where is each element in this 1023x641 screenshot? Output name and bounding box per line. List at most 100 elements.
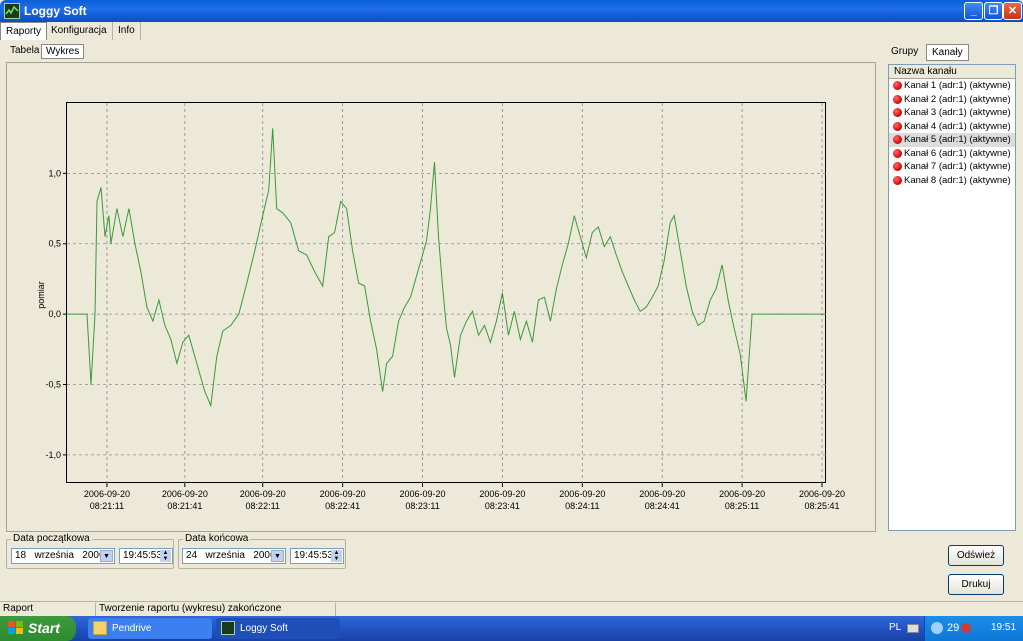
- status-left: Raport: [0, 603, 96, 616]
- y-tick-label: 0,0: [48, 309, 61, 319]
- x-tick-label-date: 2006-09-20: [162, 489, 208, 499]
- channel-label: Kanał 5 (adr:1) (aktywne): [904, 134, 1011, 145]
- status-dot-icon: [893, 135, 902, 144]
- y-tick-label: -1,0: [45, 450, 61, 460]
- shield-icon[interactable]: [961, 623, 971, 633]
- channel-item[interactable]: Kanał 3 (adr:1) (aktywne): [889, 106, 1015, 120]
- chevron-down-icon[interactable]: ▼: [271, 550, 284, 562]
- channel-label: Kanał 3 (adr:1) (aktywne): [904, 107, 1011, 118]
- end-time: 19:45:53: [294, 550, 333, 561]
- channel-item[interactable]: Kanał 6 (adr:1) (aktywne): [889, 147, 1015, 161]
- x-tick-label-time: 08:23:41: [485, 501, 520, 511]
- close-button[interactable]: ✕: [1003, 2, 1022, 20]
- folder-icon: [93, 621, 107, 635]
- start-date-label: Data początkowa: [11, 533, 92, 544]
- status-message: Tworzenie raportu (wykresu) zakończone: [96, 603, 336, 616]
- x-tick-label-time: 08:24:11: [565, 501, 599, 511]
- y-ticks: -1,0 -0,5 0,0 0,5 1,0: [45, 168, 67, 460]
- channel-label: Kanał 4 (adr:1) (aktywne): [904, 120, 1011, 132]
- channel-list: Nazwa kanału Kanał 1 (adr:1) (aktywne) K…: [888, 64, 1016, 531]
- x-tick-label-date: 2006-09-20: [719, 489, 765, 499]
- start-date-picker[interactable]: 18 września 2006 ▼: [11, 548, 115, 564]
- status-dot-icon: [893, 162, 902, 171]
- taskbar: Start Pendrive Loggy Soft PL 29 19:51: [0, 616, 1023, 641]
- minimize-button[interactable]: _: [964, 2, 983, 20]
- channel-label: Kanał 1 (adr:1) (aktywne): [904, 80, 1011, 91]
- x-tick-label-date: 2006-09-20: [639, 489, 685, 499]
- windows-logo-icon: [8, 621, 24, 635]
- status-dot-icon: [893, 175, 902, 185]
- channel-label: Kanał 7 (adr:1) (aktywne): [904, 161, 1011, 172]
- tab-grupy[interactable]: Grupy: [886, 44, 923, 61]
- start-label: Start: [28, 620, 60, 636]
- channel-item[interactable]: Kanał 8 (adr:1) (aktywne): [889, 174, 1015, 188]
- chart-grid: [67, 103, 826, 483]
- spinner-icon[interactable]: ▲ ▼: [160, 550, 171, 562]
- app-icon: [221, 621, 235, 635]
- clock: 19:51: [991, 622, 1017, 633]
- end-month: września: [205, 550, 245, 561]
- keyboard-icon[interactable]: [907, 624, 919, 633]
- tab-kanaly[interactable]: Kanały: [926, 44, 969, 61]
- x-tick-label-time: 08:25:41: [804, 501, 839, 511]
- channel-item[interactable]: Kanał 4 (adr:1) (aktywne): [889, 120, 1015, 134]
- channel-item[interactable]: Kanał 5 (adr:1) (aktywne): [889, 133, 1015, 147]
- series-line: [67, 128, 826, 408]
- x-tick-label-date: 2006-09-20: [479, 489, 525, 499]
- x-tick-label-time: 08:22:11: [246, 501, 280, 511]
- status-dot-icon: [893, 108, 902, 117]
- x-tick-label-date: 2006-09-20: [320, 489, 366, 499]
- status-dot-icon: [893, 148, 902, 158]
- chevron-down-icon[interactable]: ▼: [100, 550, 113, 562]
- x-tick-label-date: 2006-09-20: [799, 489, 845, 499]
- refresh-button[interactable]: Odśwież: [948, 545, 1004, 566]
- channel-label: Kanał 6 (adr:1) (aktywne): [904, 147, 1011, 159]
- line-chart: -1,0-0,50,00,51,0 2006-09-2008:21:112006…: [36, 103, 845, 511]
- language-indicator[interactable]: PL: [889, 622, 901, 633]
- x-tick-label-time: 08:24:41: [645, 501, 680, 511]
- channel-label: Kanał 2 (adr:1) (aktywne): [904, 93, 1011, 105]
- maximize-button[interactable]: ❐: [984, 2, 1003, 20]
- network-icon[interactable]: [931, 622, 943, 634]
- spinner-icon[interactable]: ▲ ▼: [331, 550, 342, 562]
- x-tick-label-time: 08:23:11: [405, 501, 439, 511]
- x-tick-label-date: 2006-09-20: [559, 489, 605, 499]
- task-label: Pendrive: [112, 623, 152, 634]
- x-tick-label-time: 08:21:41: [167, 501, 202, 511]
- x-tick-label-date: 2006-09-20: [84, 489, 130, 499]
- status-dot-icon: [893, 121, 902, 131]
- end-date-picker[interactable]: 24 września 2006 ▼: [182, 548, 286, 564]
- print-button[interactable]: Drukuj: [948, 574, 1004, 595]
- start-button[interactable]: Start: [0, 616, 76, 641]
- start-time-field[interactable]: 19:45:53 ▲ ▼: [119, 548, 173, 564]
- end-date-label: Data końcowa: [183, 533, 251, 544]
- channel-item[interactable]: Kanał 1 (adr:1) (aktywne): [889, 79, 1015, 93]
- y-tick-label: -0,5: [45, 379, 61, 389]
- x-tick-label-date: 2006-09-20: [400, 489, 446, 499]
- start-time: 19:45:53: [123, 550, 162, 561]
- end-time-field[interactable]: 19:45:53 ▲ ▼: [290, 548, 344, 564]
- system-tray: PL 29 19:51: [889, 616, 1023, 641]
- x-tick-label-time: 08:25:11: [725, 501, 759, 511]
- x-tick-label-time: 08:22:41: [325, 501, 360, 511]
- channel-item[interactable]: Kanał 2 (adr:1) (aktywne): [889, 93, 1015, 107]
- y-axis-label: pomiar: [36, 281, 46, 309]
- channel-label: Kanał 8 (adr:1) (aktywne): [904, 174, 1011, 186]
- status-dot-icon: [893, 94, 902, 104]
- start-month: września: [34, 550, 74, 561]
- x-ticks: 2006-09-20 08:21:11 2006-09-20 08:21:41 2006…: [84, 483, 845, 511]
- x-tick-label-time: 08:21:11: [90, 501, 124, 511]
- end-day: 24: [186, 550, 198, 561]
- status-dot-icon: [893, 81, 902, 90]
- task-label: Loggy Soft: [240, 623, 288, 634]
- task-pendrive[interactable]: Pendrive: [88, 618, 212, 639]
- status-bar: Raport Tworzenie raportu (wykresu) zakoń…: [0, 601, 1023, 616]
- tray-number: 29: [947, 622, 960, 634]
- y-tick-label: 1,0: [48, 168, 61, 178]
- channel-item[interactable]: Kanał 7 (adr:1) (aktywne): [889, 160, 1015, 174]
- x-tick-label-date: 2006-09-20: [240, 489, 286, 499]
- start-day: 18: [15, 550, 27, 561]
- task-loggy-soft[interactable]: Loggy Soft: [216, 618, 340, 639]
- y-tick-label: 0,5: [48, 239, 61, 249]
- channel-list-header[interactable]: Nazwa kanału: [889, 65, 1015, 79]
